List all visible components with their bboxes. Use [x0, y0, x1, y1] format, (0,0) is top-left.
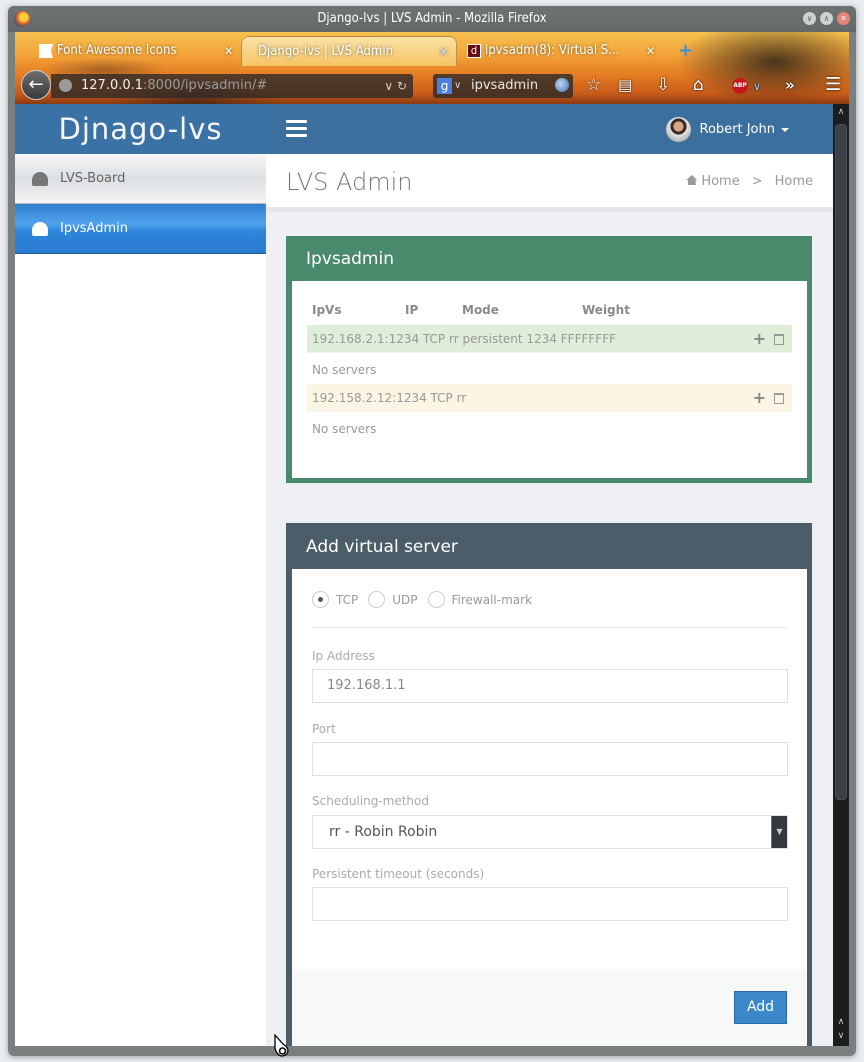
menu-icon[interactable]: ☰: [825, 75, 841, 95]
close-window-button[interactable]: ✕: [837, 12, 850, 25]
chevron-down-icon[interactable]: ∨: [454, 74, 461, 98]
virtual-server-list: IpVs IP Mode Weight 192.168.2.1:1234 TCP…: [292, 281, 807, 478]
tab-close-icon[interactable]: ✕: [224, 36, 233, 66]
mouse-cursor-icon: [274, 1034, 289, 1057]
search-icon[interactable]: [555, 78, 569, 92]
breadcrumb-home[interactable]: Home: [701, 174, 739, 189]
sidebar: Djnago-lvs LVS-Board IpvsAdmin: [15, 104, 266, 1046]
scroll-up-icon[interactable]: ∧: [833, 1016, 849, 1028]
breadcrumb: Home > Home: [686, 174, 813, 189]
home-icon: [686, 175, 698, 185]
browser-chrome: Font Awesome Icons ✕ Django-lvs | LVS Ad…: [15, 32, 849, 104]
dashboard-icon: [32, 222, 48, 236]
table-row: 192.158.2.12:1234 TCP rr +: [307, 384, 792, 412]
port-input[interactable]: [312, 742, 788, 776]
form-footer: Add: [292, 969, 807, 1046]
new-tab-button[interactable]: +: [678, 42, 693, 60]
tab-close-icon[interactable]: ✕: [646, 36, 655, 66]
firefox-logo-icon: [14, 11, 30, 27]
add-virtual-server-form: TCP UDP Firewall-mark Ip Address 192.168…: [292, 569, 807, 1046]
reload-icon[interactable]: ↻: [397, 79, 407, 93]
trash-icon[interactable]: [774, 392, 784, 404]
reading-list-icon[interactable]: ▤: [618, 75, 632, 95]
site-favicon-icon: d: [467, 44, 481, 58]
ip-address-input[interactable]: 192.168.1.1: [312, 669, 788, 703]
overflow-chevron-icon[interactable]: »: [785, 75, 795, 95]
bookmark-star-icon[interactable]: ☆: [586, 75, 601, 95]
scroll-down-icon[interactable]: ∨: [833, 1030, 849, 1042]
download-icon[interactable]: ⇩: [656, 75, 670, 95]
scrollbar-thumb[interactable]: [835, 124, 847, 800]
user-menu[interactable]: Robert John: [665, 117, 789, 143]
tab-font-awesome[interactable]: Font Awesome Icons ✕: [31, 36, 241, 66]
add-server-icon[interactable]: +: [753, 388, 766, 407]
tab-ipvsadm-man[interactable]: d ipvsadm(8): Virtual S... ✕: [459, 36, 663, 66]
breadcrumb-current: Home: [774, 174, 813, 189]
persistent-timeout-input[interactable]: [312, 887, 788, 921]
tab-strip: Font Awesome Icons ✕ Django-lvs | LVS Ad…: [15, 32, 849, 66]
tab-close-icon[interactable]: ✕: [439, 37, 448, 67]
scroll-up-icon[interactable]: ∧: [833, 106, 849, 118]
dashboard-icon: [32, 172, 48, 186]
caret-down-icon: [781, 127, 789, 132]
page-title: LVS Admin: [286, 168, 413, 196]
breadcrumb-separator: >: [751, 174, 763, 189]
url-dropdown-icon[interactable]: ∨: [384, 79, 393, 93]
window-titlebar: Django-lvs | LVS Admin - Mozilla Firefox…: [8, 6, 856, 32]
flag-icon: [39, 44, 53, 58]
url-bar[interactable]: 127.0.0.1:8000/ipvsadmin/# ∨ ↻: [51, 74, 413, 98]
trash-icon[interactable]: [774, 333, 784, 345]
persistent-timeout-label: Persistent timeout (seconds): [312, 867, 485, 881]
window-title: Django-lvs | LVS Admin - Mozilla Firefox: [317, 11, 547, 26]
globe-icon: [59, 79, 72, 92]
minimize-button[interactable]: ∨: [803, 12, 816, 25]
protocol-radio-group: TCP UDP Firewall-mark: [312, 591, 542, 608]
column-header-mode: Mode: [462, 303, 499, 317]
divider: [312, 627, 787, 628]
chevron-down-icon[interactable]: ▼: [771, 816, 787, 848]
user-name: Robert John: [699, 122, 776, 137]
sidebar-item-ipvsadmin[interactable]: IpvsAdmin: [15, 204, 266, 254]
radio-tcp[interactable]: TCP: [312, 591, 358, 608]
page-viewport: Djnago-lvs LVS-Board IpvsAdmin Robert Jo…: [15, 104, 833, 1046]
column-header-ipvs: IpVs: [312, 303, 342, 317]
add-button[interactable]: Add: [734, 991, 787, 1024]
column-header-ip: IP: [405, 303, 419, 317]
virtual-server-text: 192.158.2.12:1234 TCP rr: [312, 391, 467, 405]
radio-udp[interactable]: UDP: [368, 591, 418, 608]
adblock-plus-icon[interactable]: ABP: [732, 78, 748, 94]
page-header: LVS Admin Home > Home: [266, 154, 833, 212]
nav-toolbar: 127.0.0.1:8000/ipvsadmin/# ∨ ↻ ← g ∨ ipv…: [15, 67, 849, 104]
search-input[interactable]: ipvsadmin: [471, 78, 538, 93]
table-row: 192.168.2.1:1234 TCP rr persistent 1234 …: [307, 325, 792, 353]
chevron-down-icon[interactable]: ∨: [753, 77, 761, 97]
brand-logo[interactable]: Djnago-lvs: [15, 104, 266, 154]
no-servers-text: No servers: [312, 422, 377, 436]
page-scrollbar[interactable]: ∧ ∧ ∨: [833, 104, 849, 1046]
maximize-button[interactable]: ∧: [820, 12, 833, 25]
scheduling-method-label: Scheduling-method: [312, 794, 429, 808]
column-header-weight: Weight: [582, 303, 630, 317]
port-label: Port: [312, 722, 336, 736]
top-navbar: Robert John: [266, 104, 833, 154]
search-bar[interactable]: g ∨ ipvsadmin: [433, 74, 573, 98]
back-button[interactable]: ←: [21, 70, 51, 100]
home-icon[interactable]: ⌂: [693, 75, 704, 95]
ipvsadmin-box: Ipvsadmin IpVs IP Mode Weight 192.168.2.…: [286, 236, 812, 483]
add-server-icon[interactable]: +: [753, 329, 766, 348]
search-engine-icon[interactable]: g: [437, 78, 452, 94]
scheduling-method-select[interactable]: rr - Robin Robin ▼: [312, 815, 788, 849]
box-title: Ipvsadmin: [306, 249, 394, 269]
ip-address-label: Ip Address: [312, 649, 375, 663]
box-title: Add virtual server: [306, 537, 458, 557]
add-virtual-server-box: Add virtual server TCP UDP Firewall-mark…: [286, 523, 812, 1046]
virtual-server-text: 192.168.2.1:1234 TCP rr persistent 1234 …: [312, 332, 617, 346]
no-servers-text: No servers: [312, 363, 377, 377]
sidebar-item-lvs-board[interactable]: LVS-Board: [15, 154, 266, 204]
avatar: [665, 117, 691, 142]
radio-firewall-mark[interactable]: Firewall-mark: [427, 591, 532, 608]
tab-django-lvs[interactable]: Django-lvs | LVS Admin ✕: [241, 36, 457, 66]
sidebar-toggle-icon[interactable]: [286, 120, 307, 137]
